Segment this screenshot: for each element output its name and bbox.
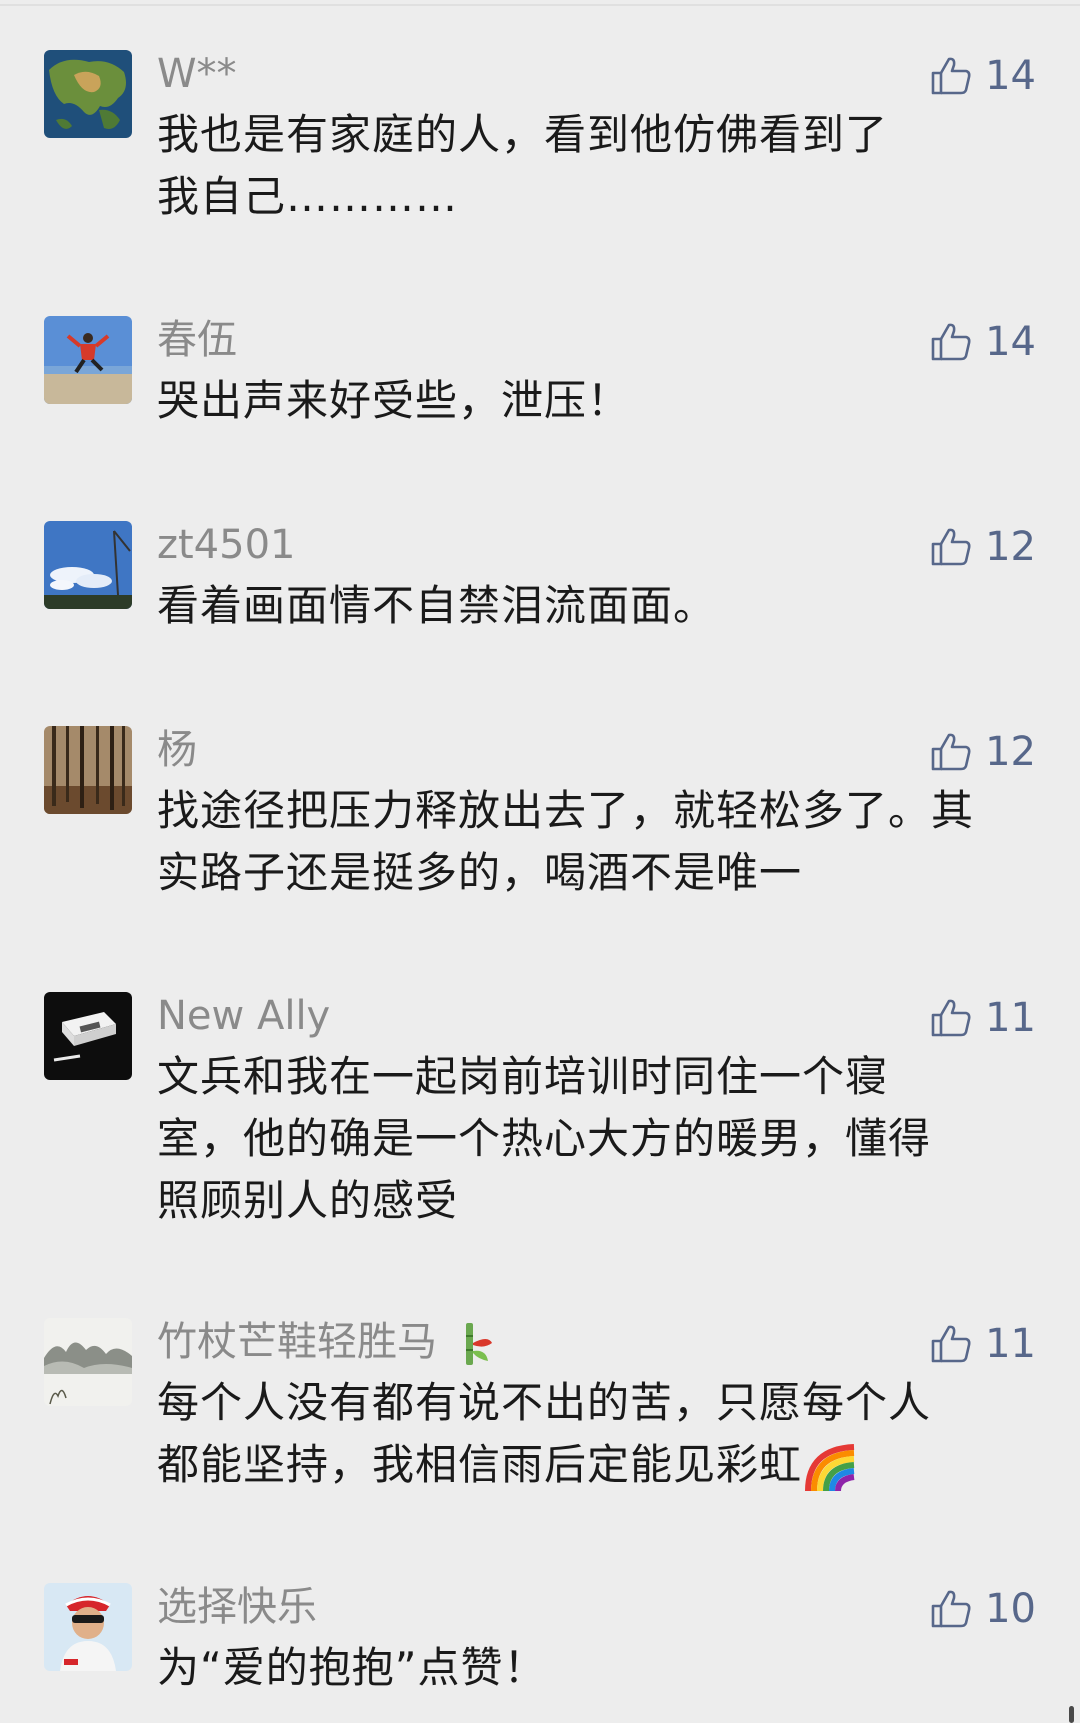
like-button[interactable]: 12 (929, 519, 1036, 575)
comment-content: 我也是有家庭的人，看到他仿佛看到了我自己………… (157, 110, 889, 221)
like-count: 12 (985, 729, 1036, 775)
comment-content: 每个人没有都有说不出的苦，只愿每个人都能坚持，我相信雨后定能见彩虹 (157, 1372, 957, 1496)
comment-nickname[interactable]: 春伍 (157, 312, 237, 368)
thumbs-up-icon (931, 1590, 971, 1628)
like-count: 11 (985, 1321, 1036, 1367)
avatar[interactable] (44, 1583, 132, 1671)
forest-avatar-icon (44, 726, 132, 814)
thumbs-up-icon (931, 323, 971, 361)
comment-content: 为“爱的抱抱”点赞！ (157, 1643, 547, 1692)
like-count: 10 (985, 1586, 1036, 1632)
like-button[interactable]: 14 (929, 48, 1036, 104)
avatar[interactable] (44, 1318, 132, 1406)
cyclist-avatar-icon (44, 1583, 132, 1671)
cigarette-box-avatar-icon (44, 992, 132, 1080)
thumbs-up-icon (931, 999, 971, 1037)
comment-nickname[interactable]: New Ally (157, 988, 330, 1044)
avatar[interactable] (44, 50, 132, 138)
comment-nickname[interactable]: zt4501 (157, 517, 295, 573)
thumbs-up-icon (931, 57, 971, 95)
like-count: 11 (985, 995, 1036, 1041)
avatar[interactable] (44, 726, 132, 814)
beach-jump-avatar-icon (44, 316, 132, 404)
like-count: 14 (985, 53, 1036, 99)
comment-nickname[interactable]: 竹杖芒鞋轻胜马 (157, 1314, 498, 1370)
like-count: 12 (985, 524, 1036, 570)
comment-content: 找途径把压力释放出去了，就轻松多了。其实路子还是挺多的，喝酒不是唯一 (157, 786, 975, 897)
avatar[interactable] (44, 992, 132, 1080)
comment-nickname[interactable]: W** (157, 46, 237, 102)
comment-nickname-text: 竹杖芒鞋轻胜马 (157, 1319, 437, 1365)
like-button[interactable]: 10 (929, 1581, 1036, 1637)
avatar[interactable] (44, 521, 132, 609)
thumbs-up-icon (931, 528, 971, 566)
sky-clouds-avatar-icon (44, 521, 132, 609)
comment-content: 哭出声来好受些，泄压！ (157, 376, 631, 425)
scrollbar[interactable] (1069, 1706, 1074, 1723)
top-divider (0, 4, 1080, 6)
like-button[interactable]: 12 (929, 724, 1036, 780)
comment-nickname[interactable]: 杨 (157, 722, 197, 778)
rainbow-emoji-icon (805, 1443, 855, 1491)
avatar[interactable] (44, 316, 132, 404)
like-count: 14 (985, 319, 1036, 365)
thumbs-up-icon (931, 733, 971, 771)
like-button[interactable]: 11 (929, 990, 1036, 1046)
ink-landscape-avatar-icon (44, 1318, 132, 1406)
bamboo-emoji-icon (465, 1323, 492, 1365)
comment-nickname[interactable]: 选择快乐 (157, 1579, 317, 1635)
comment-content: 看着画面情不自禁泪流面面。 (157, 581, 717, 630)
earth-map-avatar-icon (44, 50, 132, 138)
like-button[interactable]: 14 (929, 314, 1036, 370)
comment-content: 文兵和我在一起岗前培训时同住一个寝室，他的确是一个热心大方的暖男，懂得照顾别人的… (157, 1052, 932, 1225)
thumbs-up-icon (931, 1325, 971, 1363)
like-button[interactable]: 11 (929, 1316, 1036, 1372)
